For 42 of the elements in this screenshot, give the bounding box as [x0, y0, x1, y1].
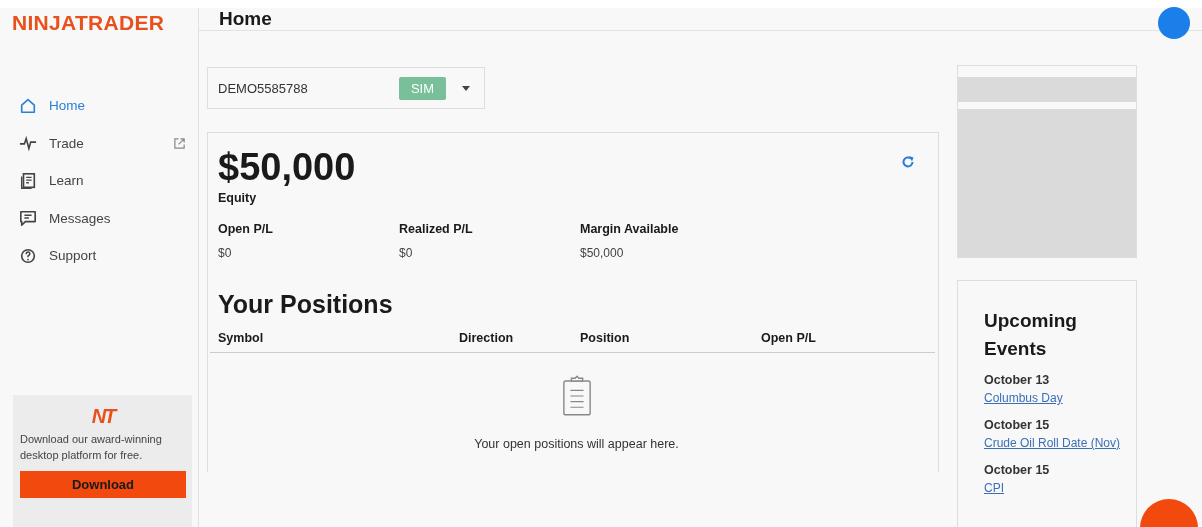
event-date: October 13 — [984, 373, 1051, 387]
column-header: Symbol — [218, 331, 265, 345]
message-icon — [19, 209, 37, 228]
sim-badge: SIM — [398, 76, 446, 100]
column-header: Open P/L — [761, 331, 816, 345]
stat-label: Realized P/L — [399, 222, 474, 236]
sidebar-item[interactable]: Home — [0, 87, 198, 125]
equity-label: Equity — [218, 191, 258, 205]
event-date: October 15 — [984, 463, 1051, 477]
stat-label: Margin Available — [580, 222, 680, 236]
download-button[interactable]: Download — [20, 471, 186, 498]
caret-icon — [462, 85, 470, 91]
stat-label: Open P/L — [218, 222, 274, 236]
equity-value: $50,000 — [218, 145, 356, 189]
account-select[interactable]: DEMO5585788 SIM — [207, 67, 485, 109]
stat-value: $0 — [218, 246, 233, 260]
sidebar-item[interactable]: Learn — [0, 162, 198, 200]
nt-logo: NT — [91, 407, 115, 425]
pulse-icon — [19, 134, 37, 153]
events-title: Upcoming Events — [984, 309, 1078, 361]
stat-value: $50,000 — [580, 246, 625, 260]
column-header: Direction — [459, 331, 515, 345]
event-link[interactable]: CPI — [984, 481, 1126, 495]
sidebar-item[interactable]: Support — [0, 237, 198, 275]
page-title: Home — [219, 8, 272, 30]
home-icon — [19, 96, 37, 115]
column-header: Position — [580, 331, 631, 345]
event-link[interactable]: Crude Oil Roll Date (Nov) — [984, 436, 1126, 450]
empty-message: Your open positions will appear here. — [474, 437, 679, 451]
event-date: October 15 — [984, 418, 1051, 432]
book-icon — [19, 171, 37, 190]
help-icon — [19, 246, 37, 265]
positions-title: Your Positions — [218, 290, 394, 319]
external-link-icon — [173, 136, 186, 150]
sidebar-item[interactable]: Trade — [0, 124, 198, 162]
clipboard-icon — [561, 375, 592, 417]
event-link[interactable]: Columbus Day — [984, 391, 1126, 405]
stat-value: $0 — [399, 246, 414, 260]
brand-logo: NINJATRADER — [11, 10, 166, 36]
promo-text: Download our award-winning desktop platform for free. — [20, 432, 163, 463]
refresh-icon[interactable] — [901, 155, 915, 169]
sidebar-item[interactable]: Messages — [0, 199, 198, 237]
